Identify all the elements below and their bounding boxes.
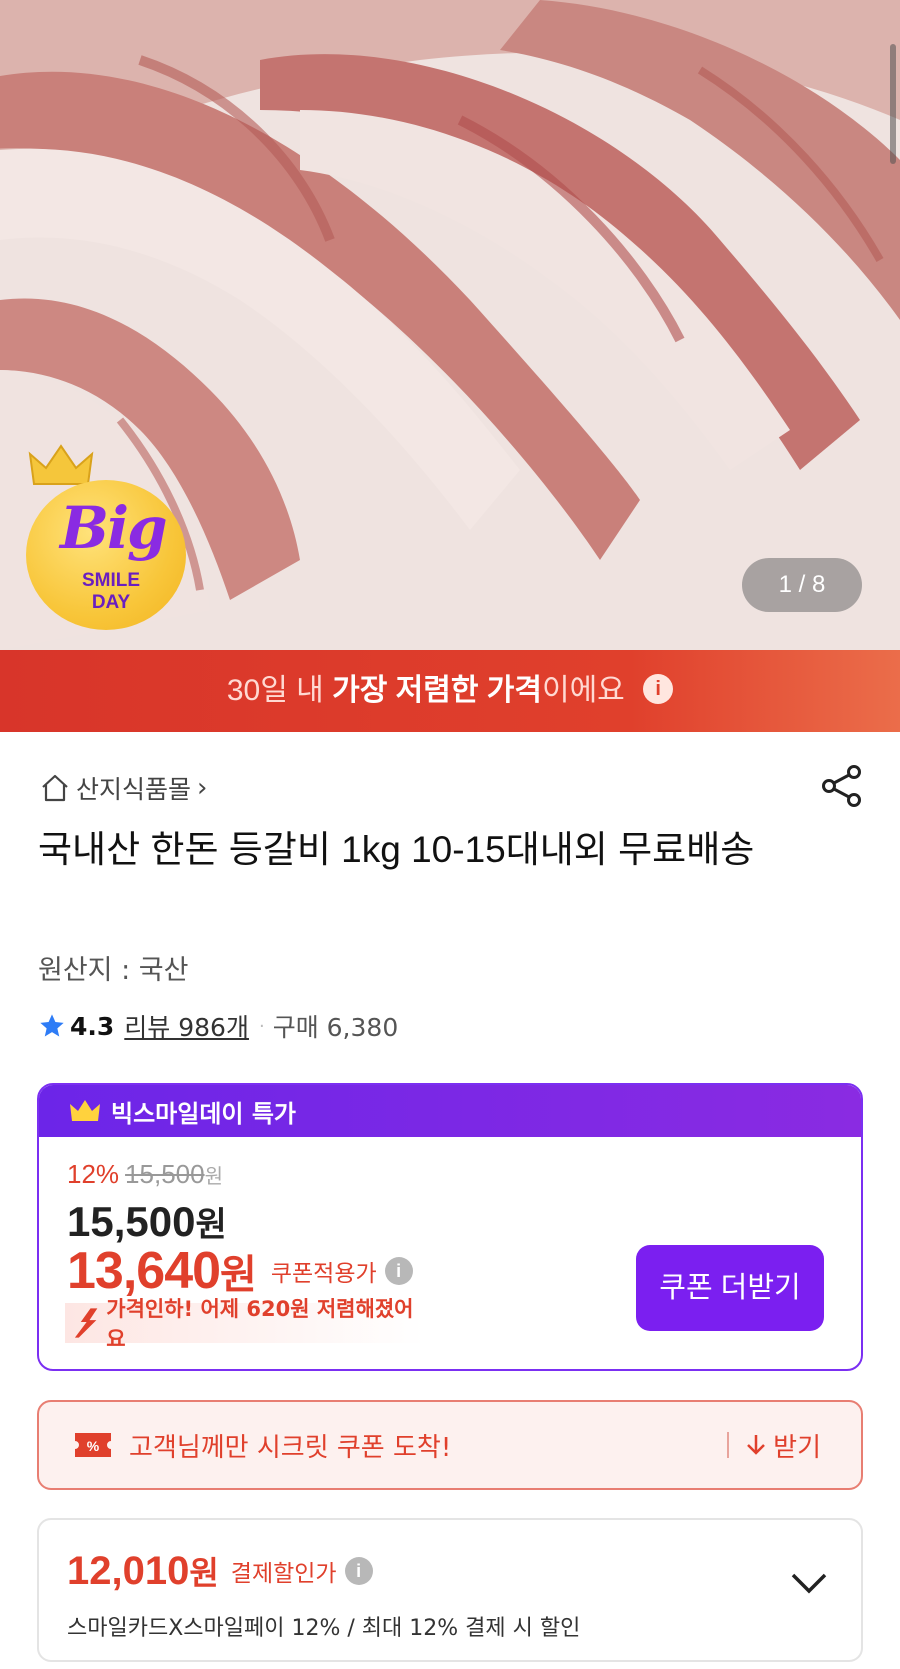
price-drop-notice: 가격인하! 어제 620원 저렴해졌어요	[65, 1297, 425, 1351]
payment-discount-desc: 스마일카드X스마일페이 12% / 최대 12% 결제 시 할인	[67, 1616, 581, 1641]
home-icon	[42, 774, 68, 802]
badge-smile-text: SMILE DAY	[56, 570, 166, 614]
banner-post: 이에요	[541, 674, 625, 707]
sale-price: 15,500원	[67, 1197, 227, 1246]
discount-row: 12% 15,500원	[67, 1159, 223, 1190]
deal-card: 빅스마일데이 특가 12% 15,500원 15,500원 13,640 원 쿠폰…	[37, 1083, 863, 1371]
purchase-count: 구매 6,380	[272, 1013, 399, 1042]
badge-big-text: Big	[60, 494, 168, 562]
deal-header: 빅스마일데이 특가	[39, 1085, 861, 1137]
coupon-price-label: 쿠폰적용가	[270, 1260, 377, 1286]
sale-price-unit: 원	[195, 1206, 227, 1244]
shop-link[interactable]: 산지식품몰 ›	[40, 770, 207, 806]
info-icon[interactable]: i	[643, 674, 674, 705]
banner-bold: 가장 저렴한 가격	[332, 674, 542, 707]
discount-percent: 12%	[67, 1159, 120, 1189]
shop-name: 산지식품몰	[76, 775, 192, 804]
payment-discount-card[interactable]: 12,010 원 결제할인가 i 스마일카드X스마일페이 12% / 최대 12…	[37, 1518, 863, 1662]
original-price: 15,500	[125, 1159, 205, 1189]
lowest-price-banner[interactable]: 30일 내 가장 저렴한 가격이에요 i	[0, 650, 900, 732]
big-smile-day-badge: Big SMILE DAY	[26, 440, 196, 630]
crown-icon	[70, 1100, 100, 1121]
chevron-down-icon[interactable]	[789, 1570, 829, 1596]
coupon-price: 13,640 원 쿠폰적용가 i	[67, 1241, 413, 1301]
chevron-right-icon: ›	[197, 773, 208, 803]
payment-price-unit: 원	[189, 1555, 219, 1591]
more-coupon-button[interactable]: 쿠폰 더받기	[636, 1245, 824, 1331]
get-coupon-label: 받기	[773, 1432, 821, 1463]
banner-pre: 30일 내	[226, 674, 333, 707]
info-icon[interactable]: i	[344, 1557, 373, 1585]
divider	[727, 1432, 730, 1458]
product-title: 국내산 한돈 등갈비 1kg 10-15대내외 무료배송	[38, 829, 755, 870]
coupon-ticket-icon: %	[75, 1433, 111, 1457]
star-icon	[40, 1014, 64, 1037]
share-icon[interactable]	[820, 764, 864, 808]
get-coupon-button[interactable]: 받기	[745, 1427, 821, 1464]
sale-price-value: 15,500	[67, 1198, 196, 1245]
image-counter: 1 / 8	[742, 558, 862, 612]
payment-price-value: 12,010	[67, 1548, 190, 1593]
review-link[interactable]: 리뷰 986개	[124, 1008, 249, 1044]
deal-header-text: 빅스마일데이 특가	[111, 1099, 296, 1128]
rating-score: 4.3	[70, 1011, 115, 1041]
badge-line-2: DAY	[91, 592, 131, 613]
rating-row: 4.3 리뷰 986개 · 구매 6,380	[38, 1008, 398, 1044]
original-price-unit: 원	[204, 1166, 223, 1188]
secret-coupon-text: 고객님께만 시크릿 쿠폰 도착!	[129, 1432, 452, 1463]
download-arrow-icon	[747, 1435, 766, 1455]
coupon-price-unit: 원	[220, 1253, 257, 1297]
separator-dot: ·	[258, 1015, 265, 1037]
coupon-ticket-symbol: %	[87, 1438, 100, 1454]
coupon-price-value: 13,640	[67, 1242, 221, 1300]
info-icon[interactable]: i	[384, 1257, 413, 1285]
arrow-down-icon	[74, 1308, 98, 1338]
product-image[interactable]: Big SMILE DAY 1 / 8	[0, 0, 900, 650]
product-origin: 원산지 : 국산	[38, 955, 189, 986]
badge-line-1: SMILE	[81, 570, 141, 591]
secret-coupon-bar[interactable]: % 고객님께만 시크릿 쿠폰 도착! 받기	[37, 1400, 863, 1490]
payment-price-label: 결제할인가	[230, 1560, 337, 1586]
scrollbar[interactable]	[890, 44, 896, 164]
price-drop-text: 가격인하! 어제 620원 저렴해졌어요	[106, 1297, 414, 1351]
payment-discount-price: 12,010 원 결제할인가 i	[67, 1548, 373, 1594]
